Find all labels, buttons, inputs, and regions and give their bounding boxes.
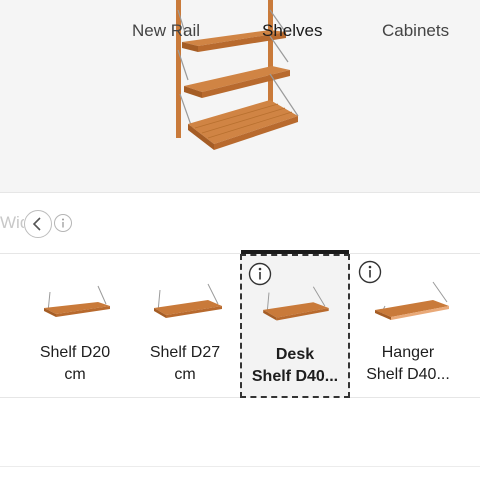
product-label: Desk Shelf D40... xyxy=(251,346,339,385)
tab-previous-faded[interactable]: Wid xyxy=(0,192,24,252)
product-item-desk-shelf-d40[interactable]: Desk Shelf D40... xyxy=(240,254,350,398)
chevron-left-icon xyxy=(32,217,41,231)
shelf-thumbnail xyxy=(375,281,449,320)
shelf-thumbnail xyxy=(44,285,110,317)
product-list: Shelf D20 cm Shelf D27 cm Desk Shelf D40… xyxy=(0,254,480,398)
product-item-hanger-shelf-d40[interactable]: Hanger Shelf D40... xyxy=(352,254,464,398)
bottom-panel xyxy=(0,398,480,480)
product-item-shelf-d27[interactable]: Shelf D27 cm xyxy=(130,254,240,398)
product-label: Hanger Shelf D40... xyxy=(366,344,450,383)
scroll-left-button[interactable] xyxy=(24,210,52,238)
category-tab-bar xyxy=(0,192,480,254)
product-label: Shelf D27 cm xyxy=(149,344,221,383)
tab-new-rail[interactable]: New Rail xyxy=(132,0,200,62)
info-icon[interactable] xyxy=(54,214,72,232)
shelf-thumbnail xyxy=(263,286,329,321)
divider xyxy=(0,466,480,467)
tab-shelves[interactable]: Shelves xyxy=(262,0,322,62)
shelf-thumbnail xyxy=(154,283,222,318)
product-label: Shelf D20 cm xyxy=(39,344,111,383)
tab-cabinets[interactable]: Cabinets xyxy=(382,0,449,62)
product-item-shelf-d20[interactable]: Shelf D20 cm xyxy=(20,254,130,398)
